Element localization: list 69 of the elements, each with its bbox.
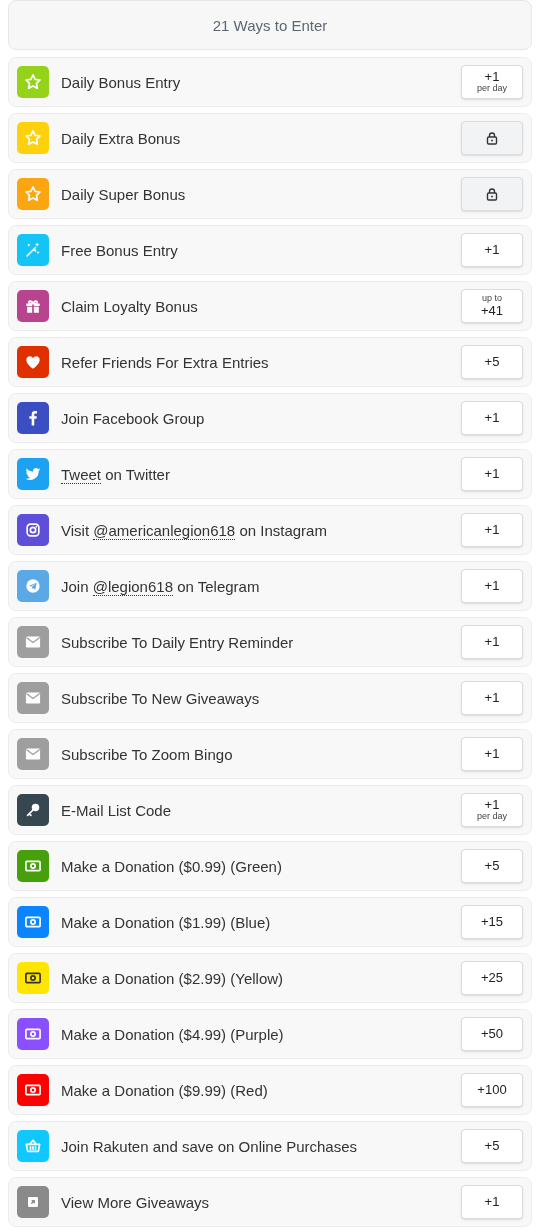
entry-label: Claim Loyalty Bonus — [61, 297, 199, 315]
entries-button[interactable]: +5 — [461, 849, 523, 883]
entry-label: Daily Extra Bonus — [61, 129, 182, 147]
lock-icon — [485, 131, 499, 145]
entries-button[interactable]: +50 — [461, 1017, 523, 1051]
entries-button[interactable]: up to +41 — [461, 289, 523, 323]
entries-button[interactable]: +1 — [461, 737, 523, 771]
entry-card[interactable]: Refer Friends For Extra Entries +5 — [8, 337, 532, 387]
entry-card[interactable]: Tweet on Twitter +1 — [8, 449, 532, 499]
entry-card[interactable]: Join @legion618 on Telegram +1 — [8, 561, 532, 611]
entry-label: Make a Donation ($9.99) (Red) — [61, 1081, 269, 1099]
lock-icon — [485, 187, 499, 201]
entry-label: Daily Super Bonus — [61, 185, 187, 203]
section-title: 21 Ways to Enter — [212, 16, 328, 34]
entry-label: Join Rakuten and save on Online Purchases — [61, 1137, 358, 1155]
entry-card[interactable]: Make a Donation ($4.99) (Purple) +50 — [8, 1009, 532, 1059]
entry-label: Daily Bonus Entry — [61, 73, 182, 91]
entry-label: Make a Donation ($2.99) (Yellow) — [61, 969, 285, 987]
entry-card[interactable]: Daily Super Bonus — [8, 169, 532, 219]
entry-card[interactable]: Make a Donation ($2.99) (Yellow) +25 — [8, 953, 532, 1003]
entry-label: Join Facebook Group — [61, 409, 206, 427]
entry-label: Subscribe To New Giveaways — [61, 689, 261, 707]
entry-card[interactable]: Join Facebook Group +1 — [8, 393, 532, 443]
entries-button[interactable]: +1 — [461, 233, 523, 267]
entry-card[interactable]: Visit @americanlegion618 on Instagram +1 — [8, 505, 532, 555]
entry-card[interactable]: Join Rakuten and save on Online Purchases +5 — [8, 1121, 532, 1171]
locked-button[interactable] — [461, 121, 523, 155]
entry-label: E-Mail List Code — [61, 801, 173, 819]
entry-card[interactable]: Make a Donation ($9.99) (Red) +100 — [8, 1065, 532, 1115]
entries-button[interactable]: +5 — [461, 1129, 523, 1163]
entries-button[interactable]: +1 — [461, 625, 523, 659]
handle-link[interactable]: @americanlegion618 — [93, 521, 236, 540]
entry-label: Visit @americanlegion618 on Instagram — [61, 521, 328, 539]
entry-card[interactable]: Daily Extra Bonus — [8, 113, 532, 163]
entry-label: Join @legion618 on Telegram — [61, 577, 261, 595]
entries-button[interactable]: +1 — [461, 401, 523, 435]
entry-card[interactable]: Make a Donation ($0.99) (Green) +5 — [8, 841, 532, 891]
entry-card[interactable]: Claim Loyalty Bonus up to +41 — [8, 281, 532, 331]
entry-label: Make a Donation ($4.99) (Purple) — [61, 1025, 285, 1043]
entry-label: Free Bonus Entry — [61, 241, 179, 259]
entry-label: Subscribe To Zoom Bingo — [61, 745, 234, 763]
entry-label: Make a Donation ($1.99) (Blue) — [61, 913, 272, 931]
entries-button[interactable]: +15 — [461, 905, 523, 939]
entries-button[interactable]: +1 per day — [461, 793, 523, 827]
entry-card[interactable]: Subscribe To Daily Entry Reminder +1 — [8, 617, 532, 667]
entry-label: Refer Friends For Extra Entries — [61, 353, 270, 371]
entry-card[interactable]: Make a Donation ($1.99) (Blue) +15 — [8, 897, 532, 947]
entries-button[interactable]: +1 — [461, 681, 523, 715]
entries-button[interactable]: +25 — [461, 961, 523, 995]
handle-link[interactable]: Tweet — [61, 465, 102, 484]
entry-card[interactable]: Daily Bonus Entry +1 per day — [8, 57, 532, 107]
entry-card[interactable]: View More Giveaways +1 — [8, 1177, 532, 1227]
entries-button[interactable]: +100 — [461, 1073, 523, 1107]
entries-button[interactable]: +1 — [461, 513, 523, 547]
entries-button[interactable]: +5 — [461, 345, 523, 379]
entry-label: View More Giveaways — [61, 1193, 211, 1211]
entry-card[interactable]: Subscribe To Zoom Bingo +1 — [8, 729, 532, 779]
entry-card[interactable]: Subscribe To New Giveaways +1 — [8, 673, 532, 723]
entries-button[interactable]: +1 — [461, 1185, 523, 1219]
handle-link[interactable]: @legion618 — [92, 577, 173, 596]
locked-button[interactable] — [461, 177, 523, 211]
entries-button[interactable]: +1 — [461, 569, 523, 603]
entries-button[interactable]: +1 per day — [461, 65, 523, 99]
entry-label: Subscribe To Daily Entry Reminder — [61, 633, 295, 651]
entry-card[interactable]: Free Bonus Entry +1 — [8, 225, 532, 275]
entry-label: Tweet on Twitter — [61, 465, 171, 483]
entry-card[interactable]: E-Mail List Code +1 per day — [8, 785, 532, 835]
entry-label: Make a Donation ($0.99) (Green) — [61, 857, 283, 875]
entries-button[interactable]: +1 — [461, 457, 523, 491]
